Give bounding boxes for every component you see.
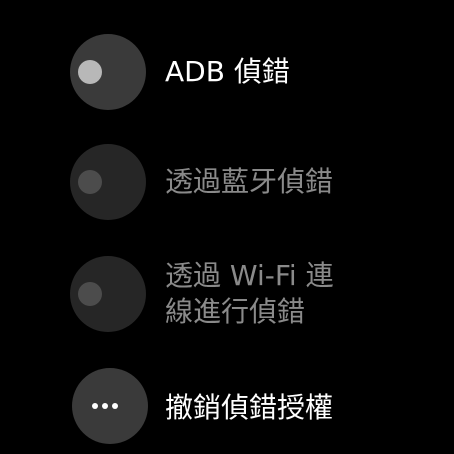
- toggle-off-icon[interactable]: [70, 34, 146, 110]
- more-horiz-icon[interactable]: [72, 368, 148, 444]
- setting-row-revoke-authorizations[interactable]: 撤銷偵錯授權: [0, 366, 454, 454]
- setting-label: 透過 Wi-Fi 連線進行偵錯: [165, 259, 334, 328]
- watch-screen: ADB 偵錯 透過藍牙偵錯 透過 Wi-Fi 連線進行偵錯 撤銷偵錯授權: [0, 0, 454, 454]
- setting-label: ADB 偵錯: [165, 55, 290, 88]
- setting-label: 透過藍牙偵錯: [165, 165, 334, 198]
- setting-row-wifi-debugging[interactable]: 透過 Wi-Fi 連線進行偵錯: [0, 256, 454, 342]
- dots-glyph: [92, 403, 118, 409]
- setting-row-bluetooth-debugging[interactable]: 透過藍牙偵錯: [0, 140, 454, 226]
- dot: [92, 403, 98, 409]
- toggle-knob: [78, 170, 102, 194]
- dot: [112, 403, 118, 409]
- toggle-knob: [78, 282, 102, 306]
- toggle-off-icon[interactable]: [70, 144, 146, 220]
- setting-row-adb-debugging[interactable]: ADB 偵錯: [0, 30, 454, 116]
- dot: [102, 403, 108, 409]
- toggle-knob: [78, 60, 102, 84]
- setting-label: 撤銷偵錯授權: [165, 391, 334, 424]
- toggle-off-icon[interactable]: [70, 256, 146, 332]
